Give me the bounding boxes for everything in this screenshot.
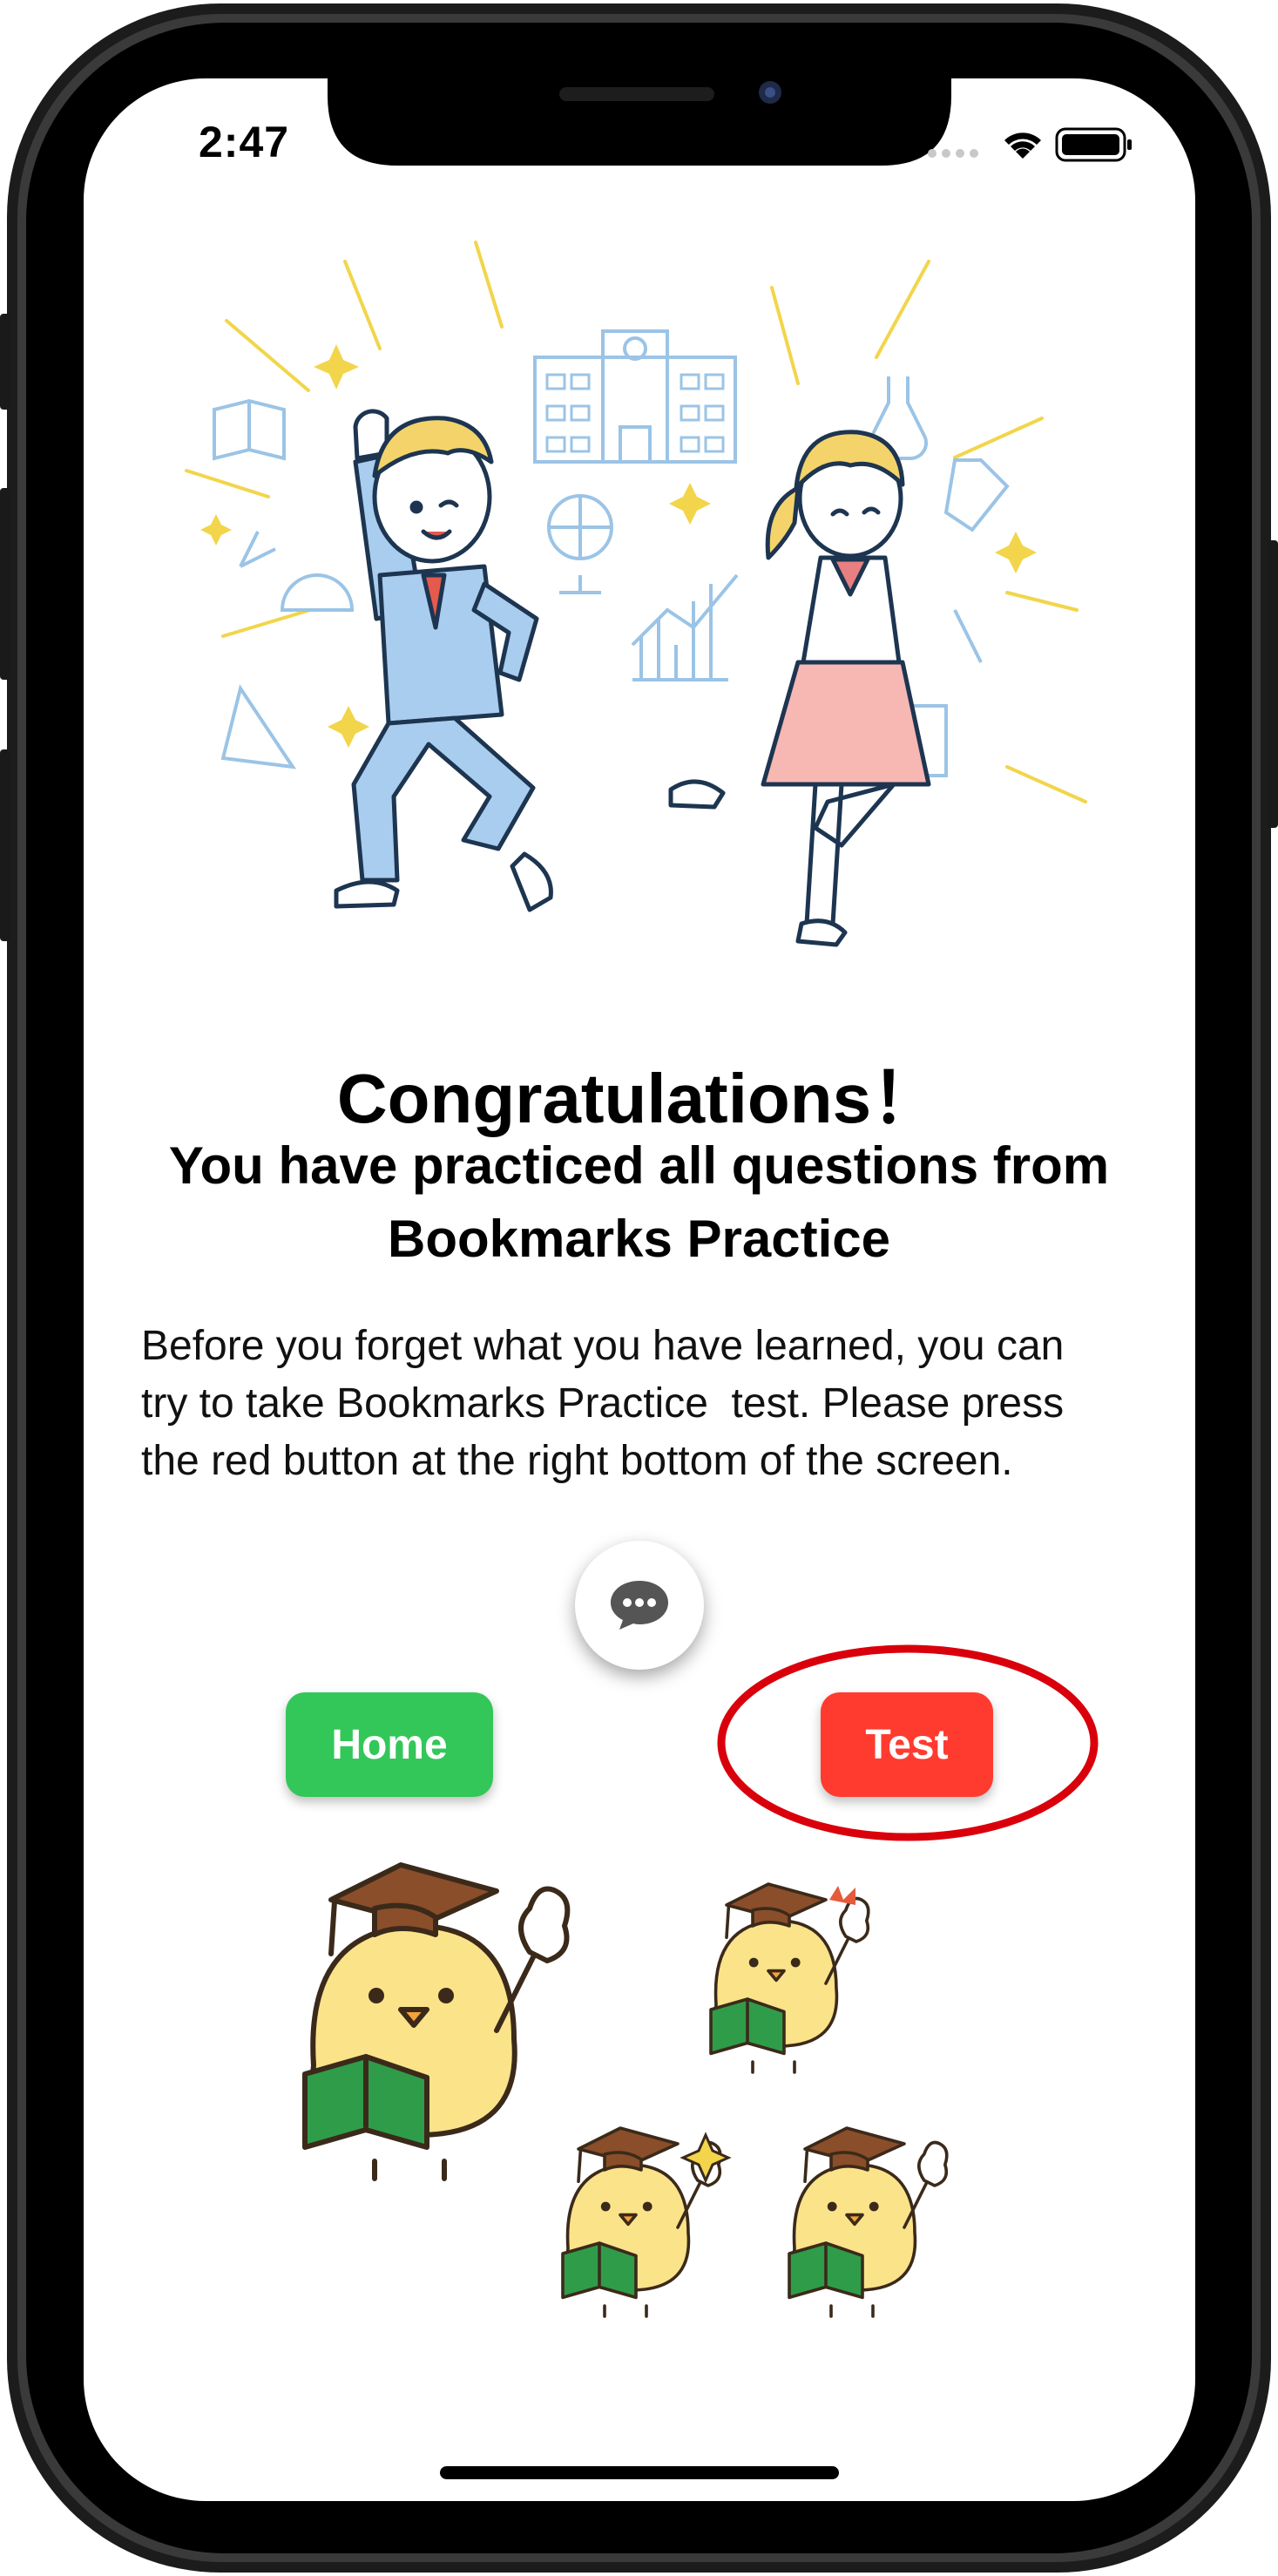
volume-down-button (0, 749, 10, 941)
test-button[interactable]: Test (821, 1692, 993, 1797)
congratulations-title: Congratulations！ (336, 1060, 942, 1137)
celebrating-students-illustration (185, 241, 1087, 947)
volume-up-button (0, 488, 10, 680)
message-line-2: try to take Bookmarks Practice test. Ple… (141, 1380, 1065, 1427)
status-icons (928, 127, 1132, 162)
battery-icon (1055, 127, 1132, 162)
chat-bubble-icon (611, 1581, 668, 1630)
chat-button[interactable] (575, 1541, 704, 1670)
instruction-message: Before you forget what you have learned,… (141, 1318, 1143, 1490)
signal-dots-icon (928, 149, 978, 158)
status-time: 2:47 (199, 118, 290, 166)
graduation-chicks-illustration (296, 1847, 949, 2318)
home-indicator[interactable] (440, 2466, 839, 2479)
message-line-3: the red button at the right bottom of th… (141, 1438, 1013, 1484)
home-button[interactable]: Home (286, 1692, 493, 1797)
message-line-1: Before you forget what you have learned,… (141, 1323, 1065, 1369)
subtitle-line-2: Bookmarks Practice (388, 1210, 890, 1268)
power-button (1268, 540, 1278, 828)
completion-subtitle: You have practiced all questions from Bo… (87, 1129, 1191, 1276)
subtitle-line-1: You have practiced all questions from (168, 1136, 1110, 1195)
silent-switch (0, 314, 10, 410)
wifi-icon (1004, 132, 1041, 159)
